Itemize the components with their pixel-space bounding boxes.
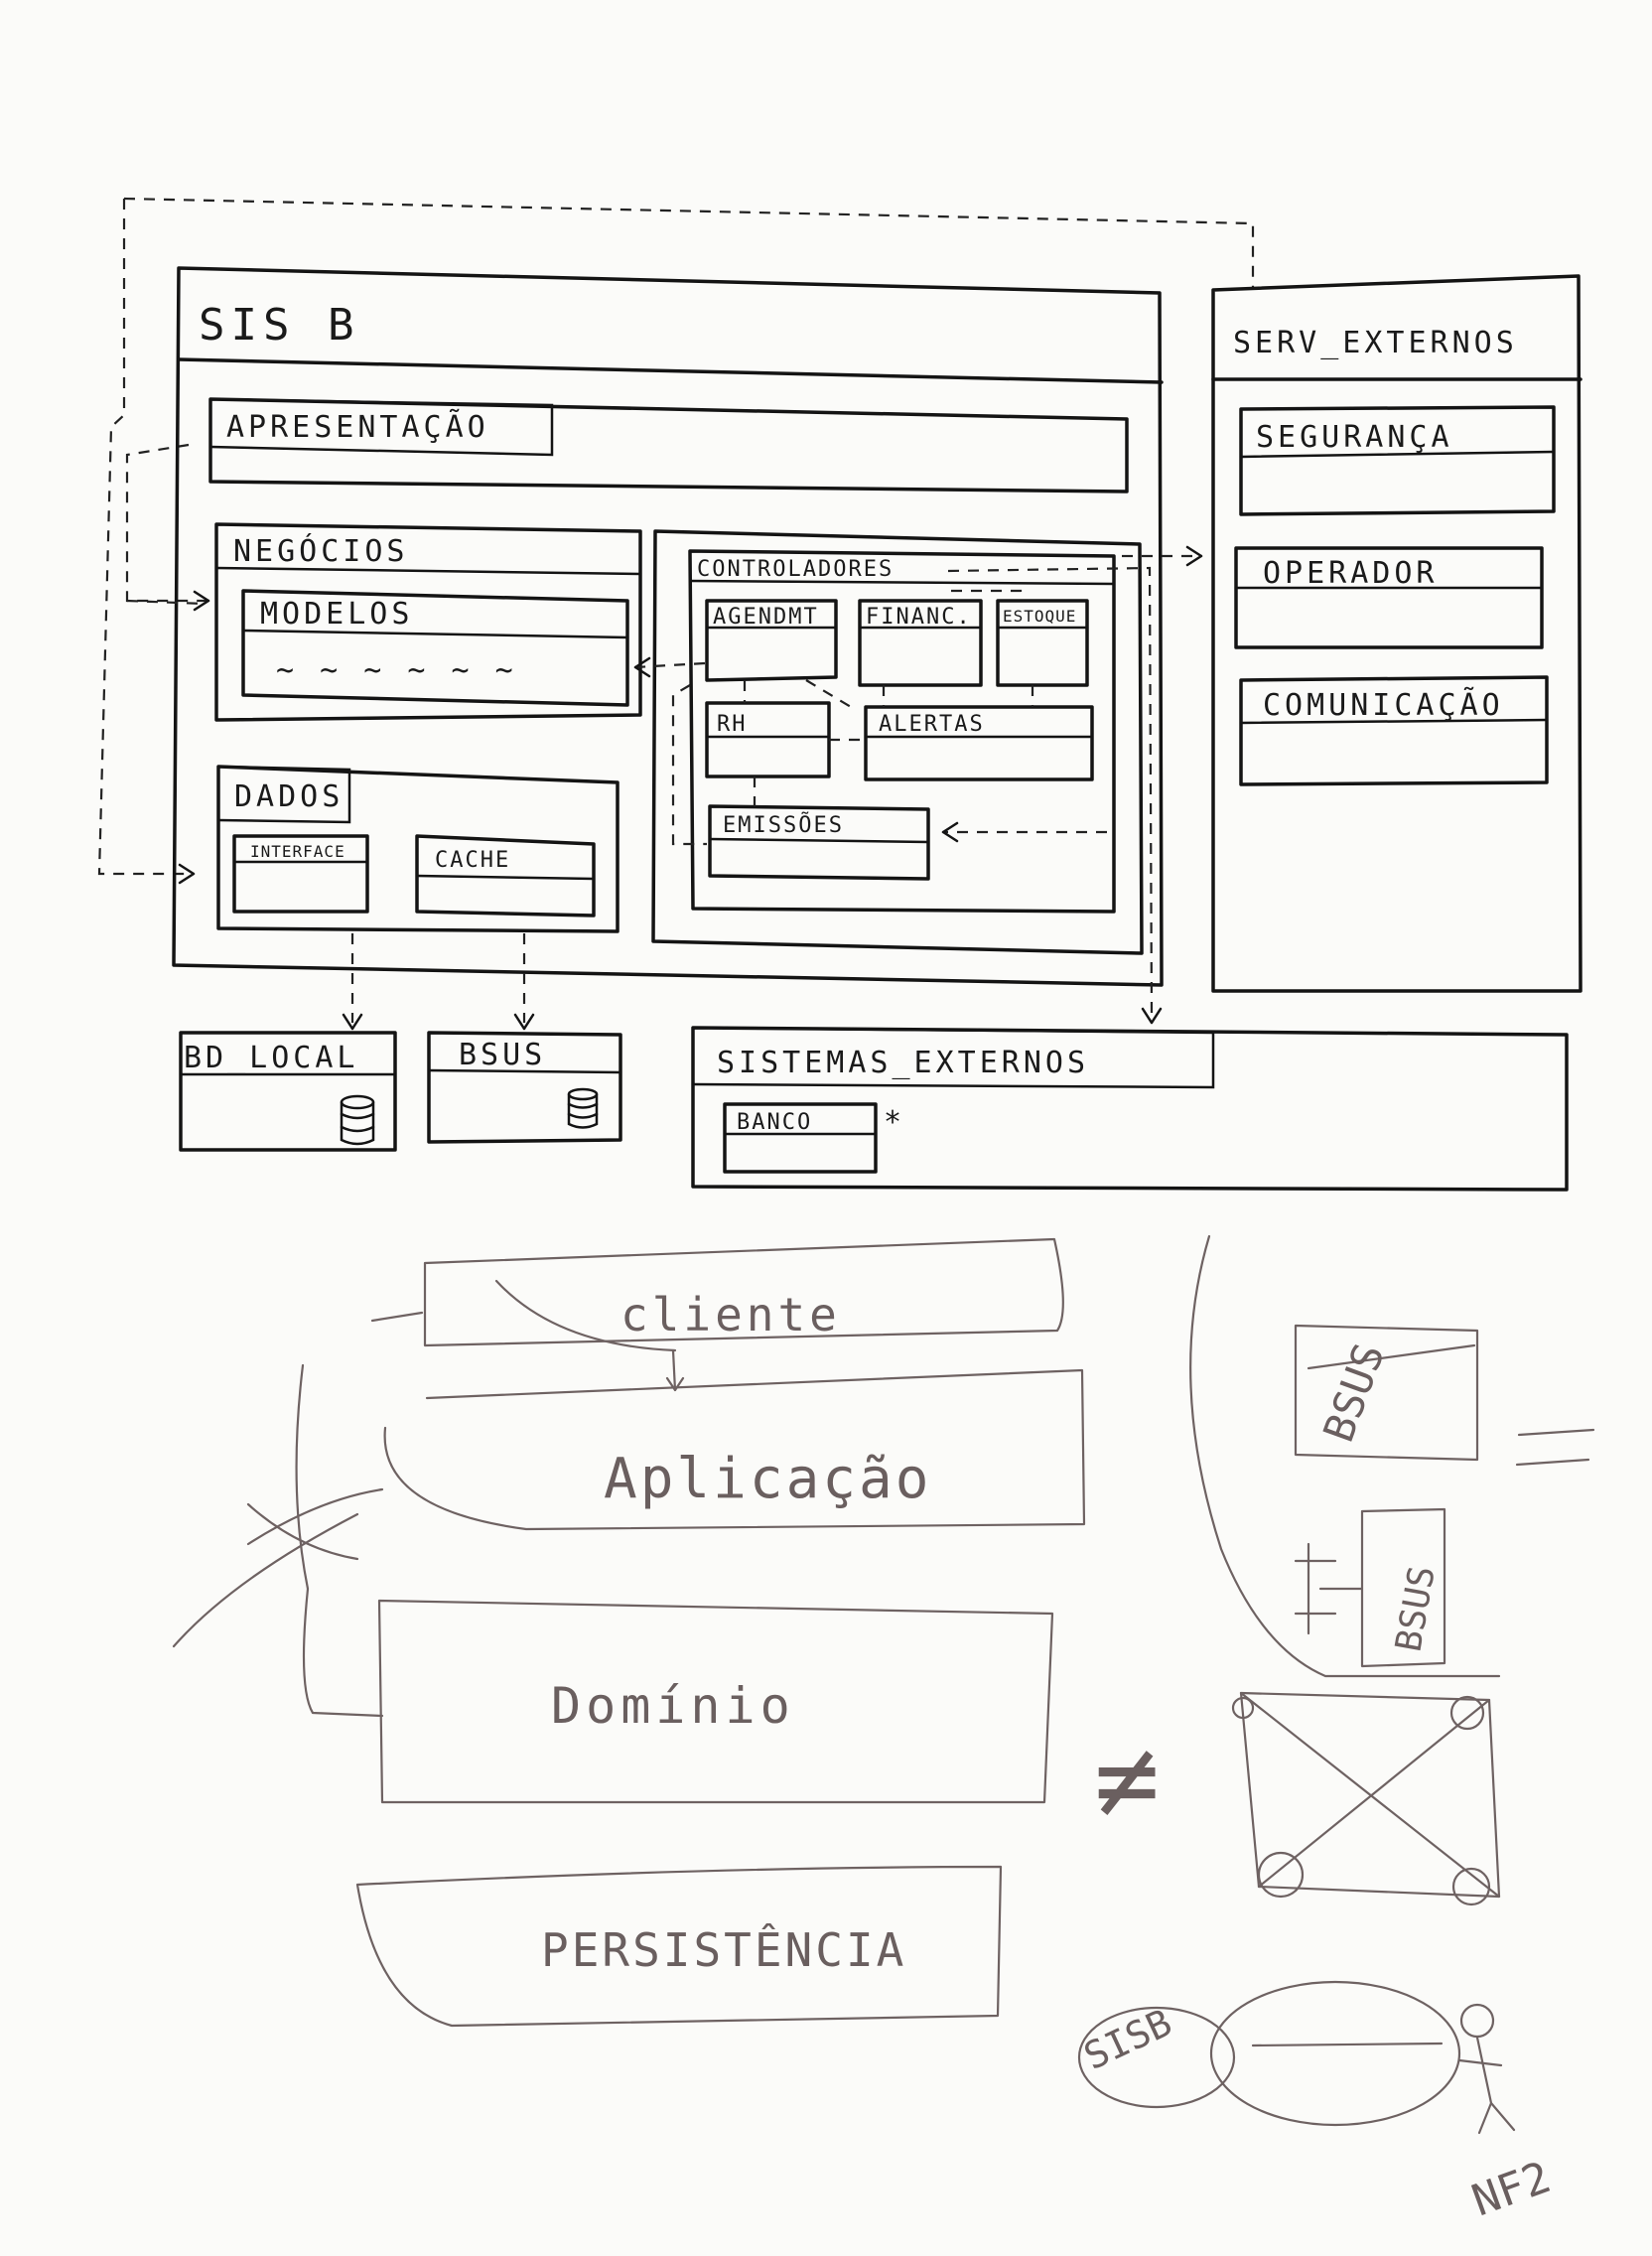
architecture-sketch-canvas: SIS B APRESENTAÇÃO NEGÓCIOS MODELOS ~ ~ … [97,197,1595,2226]
sketch-side-lines [1515,1428,1595,1467]
sistemas-externos-title: SISTEMAS_EXTERNOS [717,1046,1089,1080]
emissoes-box: EMISSÕES [708,804,930,881]
bsus-label: BSUS [459,1038,546,1072]
apresentacao-label: APRESENTAÇÃO [226,409,489,445]
sketch-nf2-label: NF2 [1465,2152,1557,2226]
database-icon [567,1087,599,1129]
sketch-dominio-label: Domínio [551,1677,795,1735]
banco-label: BANCO [737,1110,812,1135]
sketch-dominio-layer: Domínio [377,1599,1054,1804]
interface-label: INTERFACE [250,842,345,861]
interface-box: INTERFACE [232,834,369,914]
seguranca-box: SEGURANÇA [1239,405,1556,516]
dados-label: DADOS [234,779,344,814]
apresentacao-layer: APRESENTAÇÃO [208,397,1129,494]
alertas-label: ALERTAS [879,712,985,737]
estoque-label: ESTOQUE [1003,607,1076,626]
modelos-squiggle: ~ ~ ~ ~ ~ ~ [276,653,517,688]
operador-label: OPERADOR [1263,556,1439,591]
sketch-cliente-layer: cliente [370,1237,1064,1392]
operador-box: OPERADOR [1234,546,1544,649]
comunicacao-box: COMUNICAÇÃO [1239,675,1549,786]
modelos-label: MODELOS [260,597,413,632]
cache-box: CACHE [415,834,596,917]
alertas-box: ALERTAS [864,705,1094,781]
sketch-bsus-box-b: BSUS [1294,1507,1446,1668]
sketch-crossed-box [1231,1691,1501,1906]
comunicacao-label: COMUNICAÇÃO [1263,687,1504,723]
serv-externos-title: SERV_EXTERNOS [1233,326,1518,360]
sketch-bsus-box-a: BSUS [1294,1324,1479,1462]
emissoes-label: EMISSÕES [723,811,844,838]
sketch-cliente-label: cliente [620,1288,841,1341]
sketch-left-annotations [172,1363,384,1718]
seguranca-label: SEGURANÇA [1256,420,1453,455]
sketch-aplicacao-label: Aplicação [604,1447,931,1511]
dashed-connector-top [123,197,1255,288]
bsus-box: BSUS [427,1031,622,1144]
modelos-box: MODELOS ~ ~ ~ ~ ~ ~ [241,589,629,707]
sketch-aplicacao-layer: Aplicação [383,1368,1086,1531]
controladores-frame [651,529,1144,955]
sketch-not-equal: ≠ [1094,1716,1160,1843]
bd-local-box: BD_LOCAL [179,1031,397,1152]
financ-box: FINANC. [858,599,983,687]
agendmt-label: AGENDMT [713,605,819,630]
rh-box: RH [705,701,831,778]
rh-label: RH [717,712,748,737]
sketch-bsus-b-label: BSUS [1388,1563,1443,1655]
sketch-persistencia-layer: PERSISTÊNCIA [355,1865,1003,2028]
sisb-title: SIS B [199,300,359,351]
sistemas-externos-container: SISTEMAS_EXTERNOS [691,1026,1569,1192]
financ-label: FINANC. [866,605,972,630]
dashed-connector-left-inner [125,443,208,603]
sketch-sisb-usecase: SISB [1077,1980,1461,2127]
cache-label: CACHE [435,848,510,873]
sketch-actor-icon [1457,2003,1516,2135]
estoque-box: ESTOQUE [996,599,1089,687]
sketch-persistencia-label: PERSISTÊNCIA [541,1923,906,1977]
bd-local-label: BD_LOCAL [184,1041,359,1075]
controladores-label: CONTROLADORES [697,557,894,582]
negocios-label: NEGÓCIOS [233,532,409,569]
banco-asterisk: * [884,1105,905,1140]
database-icon [340,1094,375,1146]
banco-box: BANCO * [723,1102,905,1174]
serv-externos-container: SERV_EXTERNOS [1211,274,1583,993]
agendmt-box: AGENDMT [705,599,838,682]
sketch-bsus-a-label: BSUS [1313,1338,1394,1449]
